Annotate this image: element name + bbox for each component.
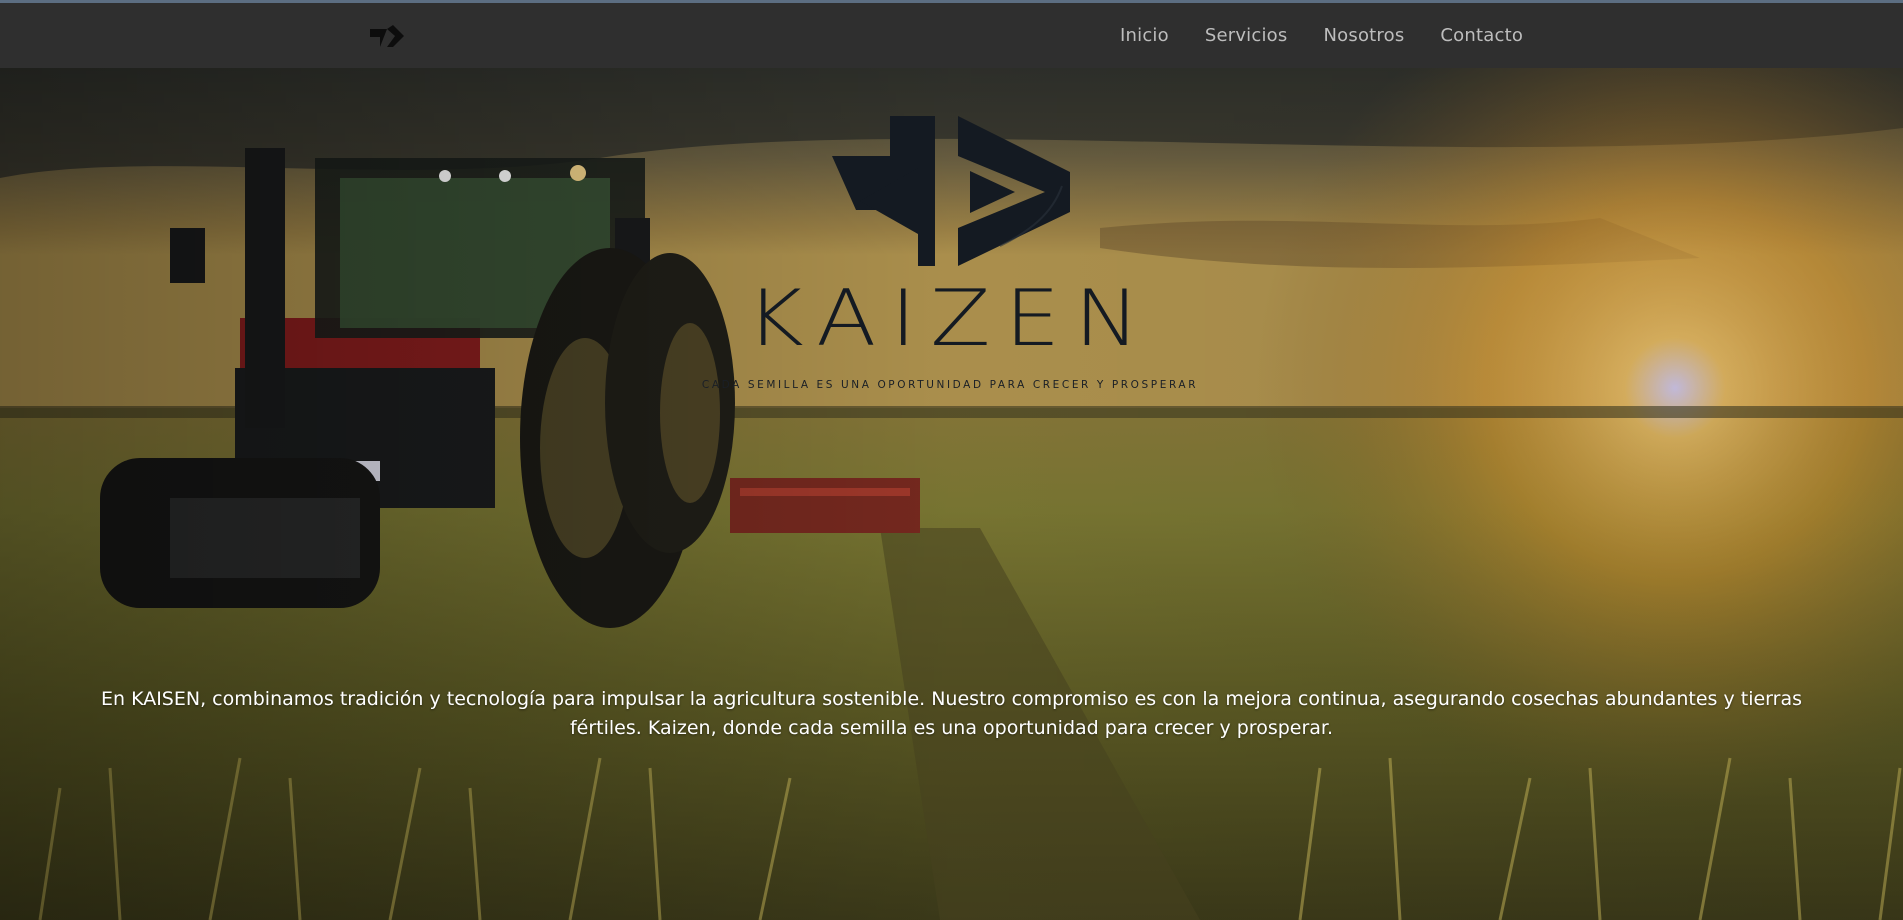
brand-tagline: Cada semilla es una oportunidad para cre…	[701, 379, 1199, 391]
nav-link-nosotros[interactable]: Nosotros	[1323, 25, 1404, 46]
brand-wordmark: KAIZEN	[745, 272, 1155, 364]
hero-description: En KAISEN, combinamos tradición y tecnol…	[100, 688, 1802, 739]
nav-menu: Inicio Servicios Nosotros Contacto	[1120, 3, 1523, 68]
nav-link-contacto[interactable]: Contacto	[1440, 25, 1523, 46]
nav-link-inicio[interactable]: Inicio	[1120, 25, 1169, 46]
nav-link-servicios[interactable]: Servicios	[1205, 25, 1288, 46]
hero-section: KAIZEN Cada semilla es una oportunidad p…	[0, 68, 1903, 920]
navbar: Inicio Servicios Nosotros Contacto	[0, 3, 1903, 68]
kaizen-brand-logo-icon	[832, 116, 1070, 266]
kaizen-logo-icon[interactable]	[368, 23, 406, 49]
